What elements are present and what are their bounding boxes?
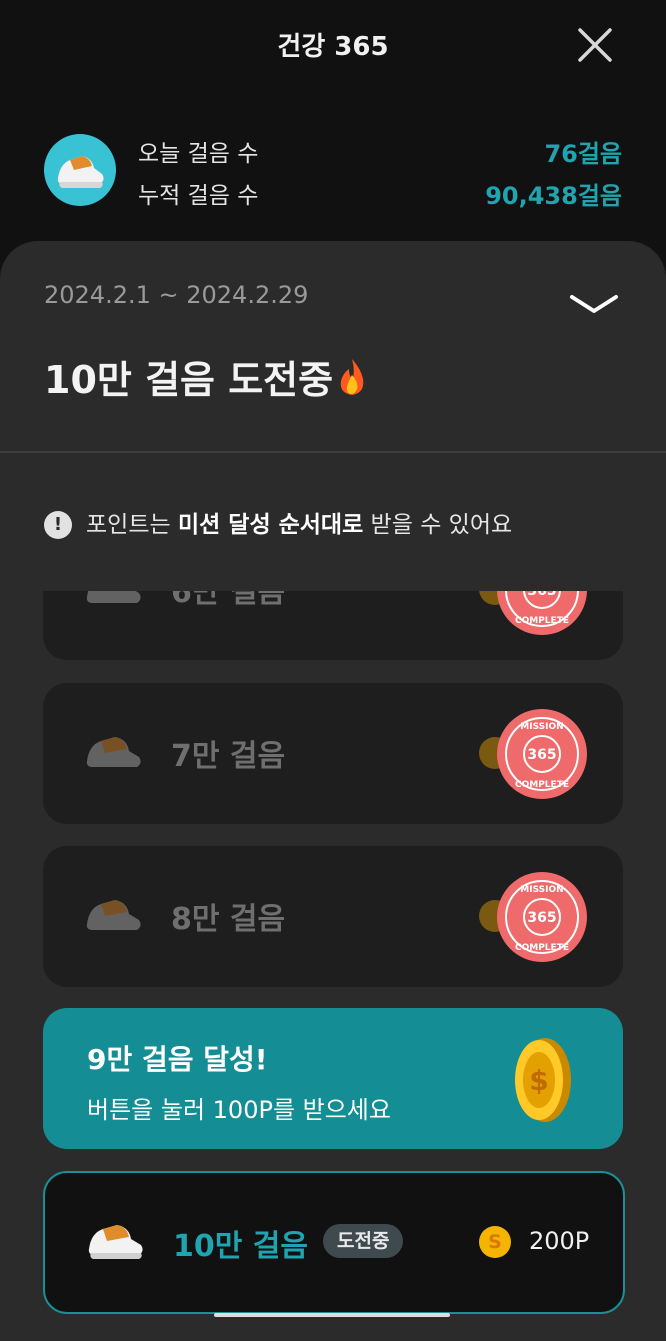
challenge-title: 10만 걸음 도전중 — [44, 349, 369, 404]
stamp-bottom: COMPLETE — [515, 943, 569, 953]
mission-card-7: 7만 걸음 MISSION 365 COMPLETE — [43, 683, 623, 824]
mission-complete-stamp: MISSION 365 COMPLETE — [497, 872, 587, 962]
stamp-top: MISSION — [520, 885, 563, 895]
divider — [0, 451, 666, 453]
stamp-center: 365 — [527, 910, 556, 926]
mission-complete-stamp: 365 COMPLETE — [497, 591, 587, 635]
challenge-sheet: 2024.2.1 ~ 2024.2.29 10만 걸음 도전중 ! 포인트는 미션… — [0, 241, 666, 1341]
page-title: 건강 365 — [277, 32, 389, 62]
stamp-bottom: COMPLETE — [515, 780, 569, 790]
notice-prefix: 포인트는 — [86, 512, 178, 538]
reward-points: 200P — [529, 1227, 590, 1255]
mission-name: 7만 걸음 — [171, 739, 286, 774]
step-summary: 오늘 걸음 수 76걸음 누적 걸음 수 90,438걸음 — [0, 120, 666, 220]
mission-complete-stamp: MISSION 365 COMPLETE — [497, 709, 587, 799]
mission-card-current: 10만 걸음 도전중 S 200P — [43, 1171, 625, 1314]
achieved-subtitle: 버튼을 눌러 100P를 받으세요 — [87, 1096, 391, 1124]
chevron-down-icon[interactable] — [568, 291, 620, 317]
notice-suffix: 받을 수 있어요 — [363, 512, 513, 538]
mission-card-8: 8만 걸음 MISSION 365 COMPLETE — [43, 846, 623, 987]
sneaker-icon — [86, 900, 141, 930]
points-notice: ! 포인트는 미션 달성 순서대로 받을 수 있어요 — [44, 505, 512, 539]
sneaker-icon — [86, 591, 141, 603]
today-steps-label: 오늘 걸음 수 — [138, 141, 259, 167]
mission-name: 6만 걸음 — [171, 591, 286, 610]
total-steps-label: 누적 걸음 수 — [138, 183, 259, 209]
sneaker-icon — [88, 1225, 143, 1259]
total-steps-value: 90,438걸음 — [485, 182, 622, 210]
status-badge: 도전중 — [323, 1224, 404, 1258]
stamp-bottom: COMPLETE — [515, 616, 569, 626]
sneaker-icon — [57, 156, 104, 188]
shoe-avatar — [44, 134, 116, 206]
mission-name: 10만 걸음 — [173, 1229, 308, 1264]
gold-coin-icon: $ — [515, 1038, 571, 1122]
svg-text:$: $ — [529, 1064, 548, 1097]
info-icon: ! — [44, 511, 72, 539]
notice-bold: 미션 달성 순서대로 — [177, 512, 364, 538]
mission-card-6: 6만 걸음 365 COMPLETE — [43, 591, 623, 660]
coin-icon: S — [479, 1226, 511, 1258]
challenge-title-text: 10만 걸음 도전중 — [44, 358, 334, 402]
fire-icon — [340, 359, 364, 395]
sneaker-icon — [86, 737, 141, 767]
stamp-top: MISSION — [520, 722, 563, 732]
challenge-period: 2024.2.1 ~ 2024.2.29 — [44, 281, 309, 309]
stamp-center: 365 — [527, 747, 556, 763]
today-steps-value: 76걸음 — [544, 140, 622, 168]
mission-name: 8만 걸음 — [171, 902, 286, 937]
app-header: 건강 365 — [0, 0, 666, 90]
stamp-center: 365 — [527, 591, 556, 599]
claim-points-button[interactable]: 9만 걸음 달성! 버튼을 눌러 100P를 받으세요 $ — [43, 1008, 623, 1149]
close-icon[interactable] — [574, 24, 616, 66]
achieved-title: 9만 걸음 달성! — [87, 1043, 268, 1076]
home-indicator — [214, 1313, 450, 1317]
